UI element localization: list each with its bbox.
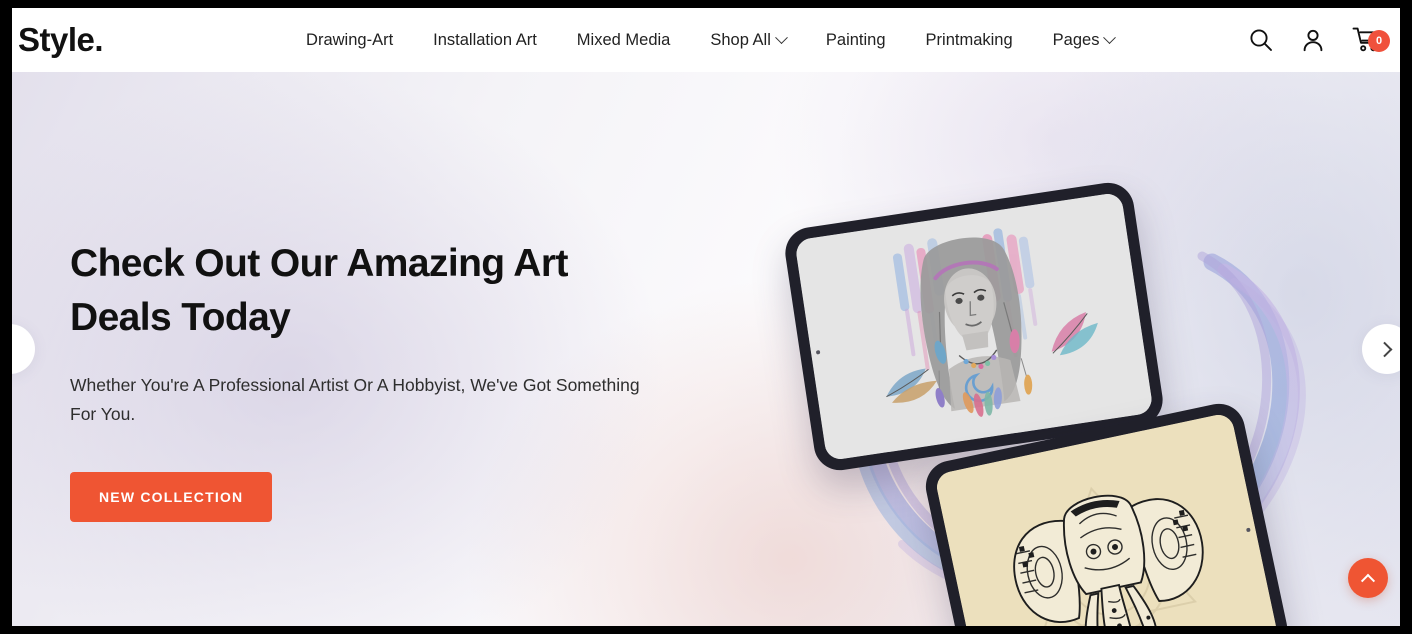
cart-icon[interactable]: 0 <box>1352 26 1390 54</box>
header-actions: 0 <box>1248 8 1390 72</box>
chevron-down-icon <box>775 30 788 44</box>
nav-label: Painting <box>825 30 886 49</box>
browser-viewport: Style. Drawing-Art Installation Art Mixe… <box>12 8 1400 626</box>
hero-subtitle: Whether You're A Professional Artist Or … <box>70 374 640 424</box>
tablet-screen-portrait <box>794 191 1154 462</box>
user-icon[interactable] <box>1300 27 1326 53</box>
new-collection-button[interactable]: NEW COLLECTION <box>70 472 273 523</box>
nav-label: Shop All <box>710 30 771 49</box>
nav-label: Drawing-Art <box>306 30 394 49</box>
chevron-up-icon <box>1360 573 1376 588</box>
scroll-to-top-button[interactable] <box>1348 558 1388 598</box>
tablet-camera-dot <box>815 349 821 355</box>
chevron-right-icon <box>1376 341 1392 357</box>
hero-artwork <box>781 92 1400 626</box>
nav-label: Printmaking <box>925 30 1013 49</box>
main-navigation: Drawing-Art Installation Art Mixed Media… <box>286 25 1134 56</box>
site-logo[interactable]: Style. <box>18 21 104 59</box>
nav-item-installation-art[interactable]: Installation Art <box>413 25 557 56</box>
nav-label: Mixed Media <box>576 30 671 49</box>
hero-content: Check Out Our Amazing Art Deals Today Wh… <box>70 237 690 523</box>
hero-title: Check Out Our Amazing Art Deals Today <box>70 242 568 339</box>
cart-count-badge: 0 <box>1368 30 1390 52</box>
site-header: Style. Drawing-Art Installation Art Mixe… <box>12 8 1400 72</box>
search-icon[interactable] <box>1248 27 1274 53</box>
chevron-down-icon <box>1103 30 1117 44</box>
nav-item-drawing-art[interactable]: Drawing-Art <box>286 25 413 56</box>
nav-item-printmaking[interactable]: Printmaking <box>906 25 1033 56</box>
nav-item-shop-all[interactable]: Shop All <box>690 25 806 56</box>
tablet-camera-dot <box>1245 527 1251 532</box>
carousel-prev-button[interactable] <box>12 324 35 374</box>
nav-label: Pages <box>1052 30 1100 49</box>
nav-item-painting[interactable]: Painting <box>806 25 906 56</box>
nav-item-pages[interactable]: Pages <box>1033 25 1135 56</box>
chevron-left-icon <box>12 342 18 359</box>
nav-item-mixed-media[interactable]: Mixed Media <box>557 25 691 56</box>
hero-carousel: Check Out Our Amazing Art Deals Today Wh… <box>12 72 1400 626</box>
nav-label: Installation Art <box>433 30 537 49</box>
